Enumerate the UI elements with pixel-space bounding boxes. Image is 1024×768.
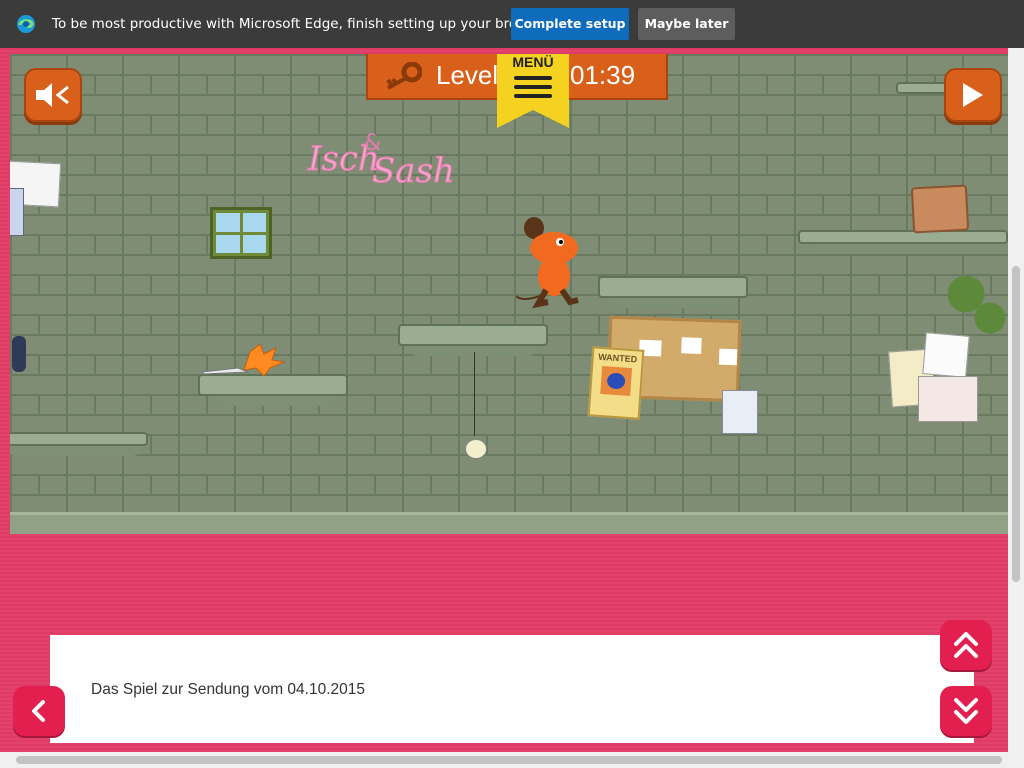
platform-ledge xyxy=(398,324,548,346)
edge-setup-bar: To be most productive with Microsoft Edg… xyxy=(0,0,1024,48)
chevron-left-icon xyxy=(32,700,45,722)
vertical-scrollbar[interactable] xyxy=(1008,48,1024,752)
wall-window xyxy=(210,207,272,259)
wanted-text: WANTED xyxy=(597,351,638,365)
cardboard-box xyxy=(910,184,970,234)
ground-floor xyxy=(10,512,1008,534)
edge-logo-icon xyxy=(17,15,35,33)
horizontal-scroll-thumb[interactable] xyxy=(16,756,1002,764)
speaker-muted-icon xyxy=(36,83,69,107)
sound-toggle-button[interactable] xyxy=(24,68,82,122)
svg-text:Sash: Sash xyxy=(372,151,455,191)
play-next-button[interactable] xyxy=(944,68,1002,122)
hamburger-icon xyxy=(514,76,552,98)
scrollbar-corner xyxy=(1008,752,1024,768)
paper-note xyxy=(918,376,978,422)
paper-note xyxy=(722,390,758,434)
scroll-down-button[interactable] xyxy=(940,686,992,736)
graffiti-decoration: Isch Sash & xyxy=(307,131,456,192)
splat-object xyxy=(200,343,286,377)
paper-note xyxy=(10,188,24,236)
game-area[interactable]: Isch Sash & WANTED Level 01:39 MENÜ xyxy=(10,54,1008,534)
double-chevron-up-icon xyxy=(954,632,978,658)
back-button[interactable] xyxy=(13,686,65,736)
paper-note xyxy=(922,332,970,378)
timer-display: 01:39 xyxy=(570,60,636,90)
wanted-poster: WANTED xyxy=(587,346,645,420)
description-panel: Das Spiel zur Sendung vom 04.10.2015 xyxy=(50,635,974,743)
vertical-scroll-thumb[interactable] xyxy=(1012,266,1020,582)
platform-ledge xyxy=(598,276,748,298)
level-label: Level xyxy=(436,60,499,90)
horizontal-scrollbar[interactable] xyxy=(0,752,1008,768)
menu-button[interactable]: MENÜ xyxy=(497,54,569,128)
scroll-up-button[interactable] xyxy=(940,620,992,670)
ivy-plant xyxy=(948,276,1008,336)
menu-label: MENÜ xyxy=(512,54,554,70)
svg-text:&: & xyxy=(364,131,381,156)
key-icon xyxy=(386,62,422,90)
platform-ledge xyxy=(10,432,148,446)
platform-ledge xyxy=(798,230,1008,244)
complete-setup-button[interactable]: Complete setup xyxy=(511,8,629,40)
lamp-cord xyxy=(474,352,475,436)
double-chevron-down-icon xyxy=(954,698,978,724)
flashlight-object xyxy=(12,336,26,372)
game-description: Das Spiel zur Sendung vom 04.10.2015 xyxy=(91,681,366,698)
elephant-picture xyxy=(600,365,633,397)
edge-setup-message: To be most productive with Microsoft Edg… xyxy=(52,16,553,32)
play-icon xyxy=(963,83,983,107)
maybe-later-button[interactable]: Maybe later xyxy=(638,8,735,40)
light-bulb-icon xyxy=(465,439,487,459)
mouse-character[interactable] xyxy=(516,214,594,310)
